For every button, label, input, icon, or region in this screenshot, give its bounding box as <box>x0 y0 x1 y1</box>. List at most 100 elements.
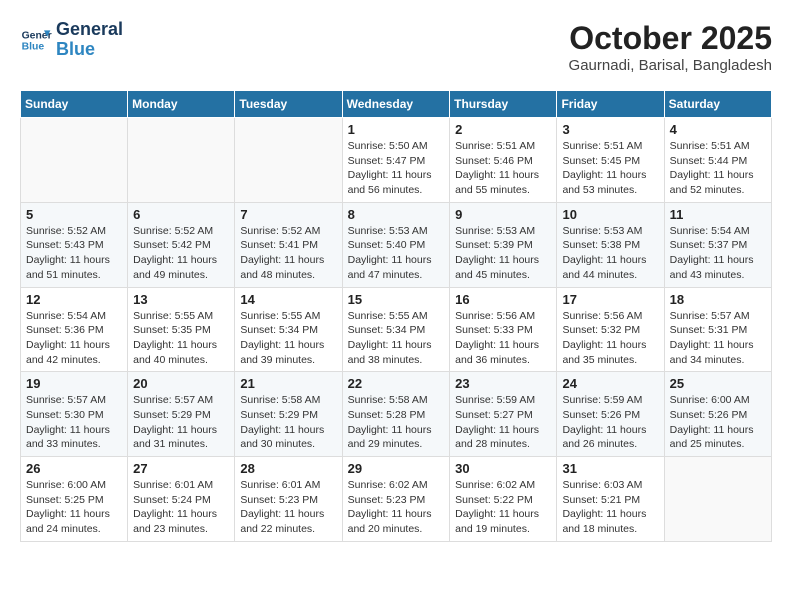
day-info: Sunrise: 5:57 AMSunset: 5:29 PMDaylight:… <box>133 393 229 452</box>
page-header: General Blue General Blue October 2025 G… <box>20 20 772 74</box>
day-number: 8 <box>348 207 445 222</box>
day-number: 4 <box>670 122 766 137</box>
calendar-week-row: 26 Sunrise: 6:00 AMSunset: 5:25 PMDayligh… <box>21 457 772 542</box>
calendar-cell: 7 Sunrise: 5:52 AMSunset: 5:41 PMDaylight… <box>235 202 342 287</box>
weekday-header-row: SundayMondayTuesdayWednesdayThursdayFrid… <box>21 91 772 118</box>
weekday-header-saturday: Saturday <box>664 91 771 118</box>
svg-text:Blue: Blue <box>22 41 45 52</box>
day-number: 9 <box>455 207 551 222</box>
day-info: Sunrise: 5:54 AMSunset: 5:36 PMDaylight:… <box>26 309 122 368</box>
calendar-cell: 6Sunrise: 5:52 AMSunset: 5:42 PMDaylight… <box>128 202 235 287</box>
day-info: Sunrise: 5:54 AMSunset: 5:37 PMDaylight:… <box>670 224 766 283</box>
day-info: Sunrise: 5:50 AMSunset: 5:47 PMDaylight:… <box>348 139 445 198</box>
calendar-cell: 11 Sunrise: 5:54 AMSunset: 5:37 PMDayligh… <box>664 202 771 287</box>
day-number: 24 <box>562 376 658 391</box>
day-info: Sunrise: 5:57 AMSunset: 5:30 PMDaylight:… <box>26 393 122 452</box>
calendar-cell: 5 Sunrise: 5:52 AMSunset: 5:43 PMDaylight… <box>21 202 128 287</box>
calendar-cell: 27 Sunrise: 6:01 AMSunset: 5:24 PMDayligh… <box>128 457 235 542</box>
calendar-cell: 13 Sunrise: 5:55 AMSunset: 5:35 PMDayligh… <box>128 287 235 372</box>
calendar-cell: 9 Sunrise: 5:53 AMSunset: 5:39 PMDaylight… <box>450 202 557 287</box>
calendar-cell: 30Sunrise: 6:02 AMSunset: 5:22 PMDayligh… <box>450 457 557 542</box>
day-number: 31 <box>562 461 658 476</box>
day-info: Sunrise: 5:58 AMSunset: 5:29 PMDaylight:… <box>240 393 336 452</box>
calendar-cell: 26 Sunrise: 6:00 AMSunset: 5:25 PMDayligh… <box>21 457 128 542</box>
calendar-week-row: 5 Sunrise: 5:52 AMSunset: 5:43 PMDaylight… <box>21 202 772 287</box>
logo-icon: General Blue <box>20 24 52 56</box>
day-info: Sunrise: 5:56 AMSunset: 5:33 PMDaylight:… <box>455 309 551 368</box>
weekday-header-thursday: Thursday <box>450 91 557 118</box>
day-info: Sunrise: 5:56 AMSunset: 5:32 PMDaylight:… <box>562 309 658 368</box>
calendar-cell: 31Sunrise: 6:03 AMSunset: 5:21 PMDayligh… <box>557 457 664 542</box>
calendar-cell: 3 Sunrise: 5:51 AMSunset: 5:45 PMDaylight… <box>557 118 664 203</box>
day-number: 27 <box>133 461 229 476</box>
calendar-cell <box>128 118 235 203</box>
day-number: 3 <box>562 122 658 137</box>
day-info: Sunrise: 5:59 AMSunset: 5:26 PMDaylight:… <box>562 393 658 452</box>
day-info: Sunrise: 5:53 AMSunset: 5:39 PMDaylight:… <box>455 224 551 283</box>
day-info: Sunrise: 5:51 AMSunset: 5:45 PMDaylight:… <box>562 139 658 198</box>
day-info: Sunrise: 5:58 AMSunset: 5:28 PMDaylight:… <box>348 393 445 452</box>
day-number: 1 <box>348 122 445 137</box>
day-number: 7 <box>240 207 336 222</box>
day-number: 13 <box>133 292 229 307</box>
day-info: Sunrise: 5:53 AMSunset: 5:38 PMDaylight:… <box>562 224 658 283</box>
day-info: Sunrise: 5:59 AMSunset: 5:27 PMDaylight:… <box>455 393 551 452</box>
day-info: Sunrise: 5:55 AMSunset: 5:34 PMDaylight:… <box>240 309 336 368</box>
day-info: Sunrise: 5:51 AMSunset: 5:44 PMDaylight:… <box>670 139 766 198</box>
day-number: 17 <box>562 292 658 307</box>
calendar-cell: 22Sunrise: 5:58 AMSunset: 5:28 PMDayligh… <box>342 372 450 457</box>
weekday-header-wednesday: Wednesday <box>342 91 450 118</box>
calendar-table: SundayMondayTuesdayWednesdayThursdayFrid… <box>20 90 772 542</box>
calendar-cell: 2 Sunrise: 5:51 AMSunset: 5:46 PMDaylight… <box>450 118 557 203</box>
day-number: 5 <box>26 207 122 222</box>
calendar-cell: 15Sunrise: 5:55 AMSunset: 5:34 PMDayligh… <box>342 287 450 372</box>
calendar-cell <box>664 457 771 542</box>
day-number: 15 <box>348 292 445 307</box>
calendar-cell: 10 Sunrise: 5:53 AMSunset: 5:38 PMDayligh… <box>557 202 664 287</box>
logo: General Blue General Blue <box>20 20 123 60</box>
day-number: 29 <box>348 461 445 476</box>
day-info: Sunrise: 6:02 AMSunset: 5:23 PMDaylight:… <box>348 478 445 537</box>
calendar-week-row: 1 Sunrise: 5:50 AMSunset: 5:47 PMDaylight… <box>21 118 772 203</box>
day-number: 10 <box>562 207 658 222</box>
day-number: 11 <box>670 207 766 222</box>
calendar-cell: 21 Sunrise: 5:58 AMSunset: 5:29 PMDayligh… <box>235 372 342 457</box>
day-number: 12 <box>26 292 122 307</box>
day-info: Sunrise: 6:01 AMSunset: 5:24 PMDaylight:… <box>133 478 229 537</box>
weekday-header-friday: Friday <box>557 91 664 118</box>
calendar-cell: 1 Sunrise: 5:50 AMSunset: 5:47 PMDaylight… <box>342 118 450 203</box>
calendar-week-row: 19 Sunrise: 5:57 AMSunset: 5:30 PMDayligh… <box>21 372 772 457</box>
day-number: 26 <box>26 461 122 476</box>
day-number: 23 <box>455 376 551 391</box>
day-info: Sunrise: 5:55 AMSunset: 5:35 PMDaylight:… <box>133 309 229 368</box>
calendar-cell: 12 Sunrise: 5:54 AMSunset: 5:36 PMDayligh… <box>21 287 128 372</box>
day-info: Sunrise: 5:52 AMSunset: 5:41 PMDaylight:… <box>240 224 336 283</box>
day-info: Sunrise: 6:00 AMSunset: 5:26 PMDaylight:… <box>670 393 766 452</box>
day-number: 2 <box>455 122 551 137</box>
day-number: 19 <box>26 376 122 391</box>
day-info: Sunrise: 5:52 AMSunset: 5:43 PMDaylight:… <box>26 224 122 283</box>
day-info: Sunrise: 5:57 AMSunset: 5:31 PMDaylight:… <box>670 309 766 368</box>
month-title: October 2025 <box>569 20 772 57</box>
calendar-cell: 25Sunrise: 6:00 AMSunset: 5:26 PMDayligh… <box>664 372 771 457</box>
day-number: 30 <box>455 461 551 476</box>
calendar-cell <box>21 118 128 203</box>
day-number: 21 <box>240 376 336 391</box>
day-info: Sunrise: 6:00 AMSunset: 5:25 PMDaylight:… <box>26 478 122 537</box>
weekday-header-tuesday: Tuesday <box>235 91 342 118</box>
day-number: 28 <box>240 461 336 476</box>
calendar-cell: 23 Sunrise: 5:59 AMSunset: 5:27 PMDayligh… <box>450 372 557 457</box>
day-number: 14 <box>240 292 336 307</box>
day-number: 18 <box>670 292 766 307</box>
day-number: 16 <box>455 292 551 307</box>
title-block: October 2025 Gaurnadi, Barisal, Banglade… <box>569 20 772 74</box>
day-info: Sunrise: 5:52 AMSunset: 5:42 PMDaylight:… <box>133 224 229 283</box>
weekday-header-monday: Monday <box>128 91 235 118</box>
calendar-cell: 28Sunrise: 6:01 AMSunset: 5:23 PMDayligh… <box>235 457 342 542</box>
day-info: Sunrise: 5:53 AMSunset: 5:40 PMDaylight:… <box>348 224 445 283</box>
calendar-cell: 8 Sunrise: 5:53 AMSunset: 5:40 PMDaylight… <box>342 202 450 287</box>
calendar-week-row: 12 Sunrise: 5:54 AMSunset: 5:36 PMDayligh… <box>21 287 772 372</box>
calendar-cell: 16 Sunrise: 5:56 AMSunset: 5:33 PMDayligh… <box>450 287 557 372</box>
day-info: Sunrise: 5:51 AMSunset: 5:46 PMDaylight:… <box>455 139 551 198</box>
calendar-cell: 4 Sunrise: 5:51 AMSunset: 5:44 PMDaylight… <box>664 118 771 203</box>
